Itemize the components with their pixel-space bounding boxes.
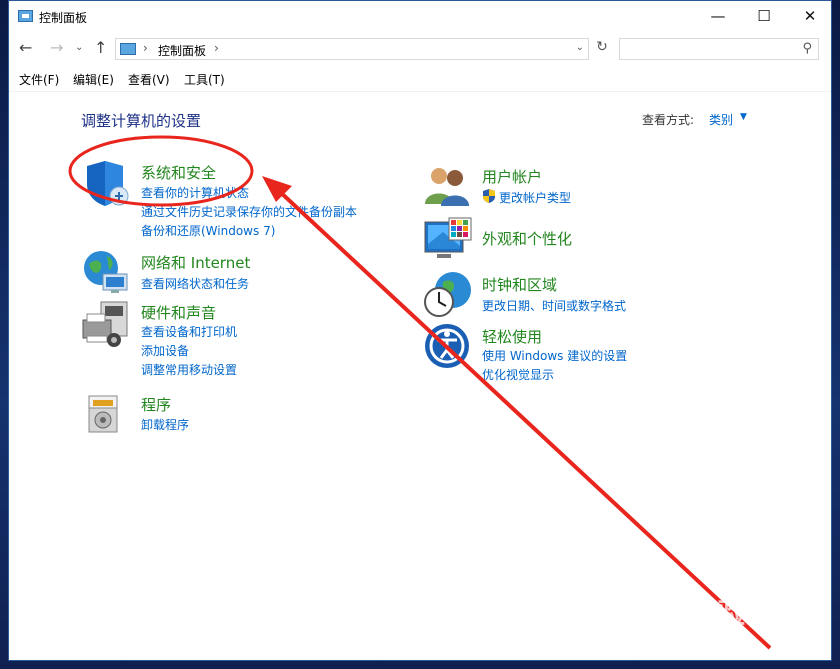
baidu-watermark: Bai 经验 [638, 598, 746, 629]
category-title[interactable]: 时钟和区域 [482, 274, 557, 295]
shield-icon[interactable] [81, 158, 131, 208]
link-check-computer-status[interactable]: 查看你的计算机状态 [141, 184, 249, 201]
link-uninstall-program[interactable]: 卸载程序 [141, 416, 189, 433]
forward-button[interactable]: → [50, 38, 63, 57]
uac-shield-icon [482, 189, 496, 206]
up-button[interactable]: ↑ [94, 38, 107, 57]
printer-icon[interactable] [81, 300, 131, 350]
link-add-device[interactable]: 添加设备 [141, 342, 189, 359]
menu-file[interactable]: 文件(F) [19, 71, 59, 88]
programs-icon[interactable] [81, 390, 131, 440]
link-optimize-display[interactable]: 优化视觉显示 [482, 366, 554, 383]
clock-globe-icon[interactable] [423, 270, 473, 320]
link-devices-printers[interactable]: 查看设备和打印机 [141, 323, 237, 340]
category-title[interactable]: 外观和个性化 [482, 228, 572, 249]
link-recommended-settings[interactable]: 使用 Windows 建议的设置 [482, 347, 627, 364]
menu-tools[interactable]: 工具(T) [184, 71, 225, 88]
category-title[interactable]: 程序 [141, 394, 171, 415]
link-network-status[interactable]: 查看网络状态和任务 [141, 275, 249, 292]
category-title[interactable]: 硬件和声音 [141, 302, 216, 323]
search-icon[interactable]: ⚲ [802, 41, 812, 56]
globe-network-icon[interactable] [81, 248, 131, 298]
address-bar[interactable]: › 控制面板 › ⌄ [115, 38, 589, 60]
ease-of-access-icon[interactable] [423, 322, 473, 372]
content-area: 调整计算机的设置 查看方式: 类别 ▼ 系统和安全 查看你的计算机状态 通过文件… [9, 91, 831, 662]
minimize-button[interactable]: — [695, 1, 741, 31]
category-title[interactable]: 用户帐户 [482, 166, 542, 187]
page-title: 调整计算机的设置 [81, 112, 202, 130]
search-input[interactable]: ⚲ [619, 38, 819, 60]
maximize-button[interactable]: ☐ [741, 1, 787, 31]
baidu-watermark-url: jingyan.baidu.com [650, 628, 747, 642]
recent-locations-button[interactable]: ⌄ [75, 42, 83, 53]
category-title[interactable]: 轻松使用 [482, 326, 542, 347]
link-mobility-settings[interactable]: 调整常用移动设置 [141, 361, 237, 378]
back-button[interactable]: ← [19, 38, 32, 57]
control-panel-icon [18, 10, 33, 22]
display-palette-icon[interactable] [423, 216, 473, 266]
category-title[interactable]: 系统和安全 [141, 162, 216, 183]
close-button[interactable]: ✕ [787, 1, 833, 31]
view-by-label: 查看方式: [642, 113, 695, 127]
address-dropdown-button[interactable]: ⌄ [576, 42, 584, 53]
navigation-bar: ← → ⌄ ↑ › 控制面板 › ⌄ ↻ ⚲ [9, 35, 831, 63]
breadcrumb-separator[interactable]: › [214, 41, 219, 55]
menu-edit[interactable]: 编辑(E) [73, 71, 114, 88]
category-title[interactable]: 网络和 Internet [141, 252, 250, 273]
chevron-down-icon[interactable]: ▼ [740, 112, 747, 122]
menu-view[interactable]: 查看(V) [128, 71, 170, 88]
link-file-history[interactable]: 通过文件历史记录保存你的文件备份副本 [141, 203, 357, 220]
link-change-account-type[interactable]: 更改帐户类型 [499, 189, 571, 206]
title-bar[interactable]: 控制面板 — ☐ ✕ [9, 1, 831, 33]
link-change-date-time[interactable]: 更改日期、时间或数字格式 [482, 297, 626, 314]
window-title: 控制面板 [39, 11, 88, 25]
link-backup-restore[interactable]: 备份和还原(Windows 7) [141, 222, 275, 239]
refresh-button[interactable]: ↻ [592, 39, 612, 59]
breadcrumb-control-panel[interactable]: 控制面板 [158, 42, 206, 59]
breadcrumb-separator[interactable]: › [143, 41, 148, 55]
users-icon[interactable] [423, 162, 473, 212]
control-panel-window: 控制面板 — ☐ ✕ ← → ⌄ ↑ › 控制面板 › ⌄ ↻ ⚲ 文件(F) … [8, 0, 832, 661]
view-by-dropdown[interactable]: 类别 [709, 111, 733, 128]
menu-bar: 文件(F) 编辑(E) 查看(V) 工具(T) [9, 69, 831, 89]
control-panel-icon [120, 43, 136, 55]
